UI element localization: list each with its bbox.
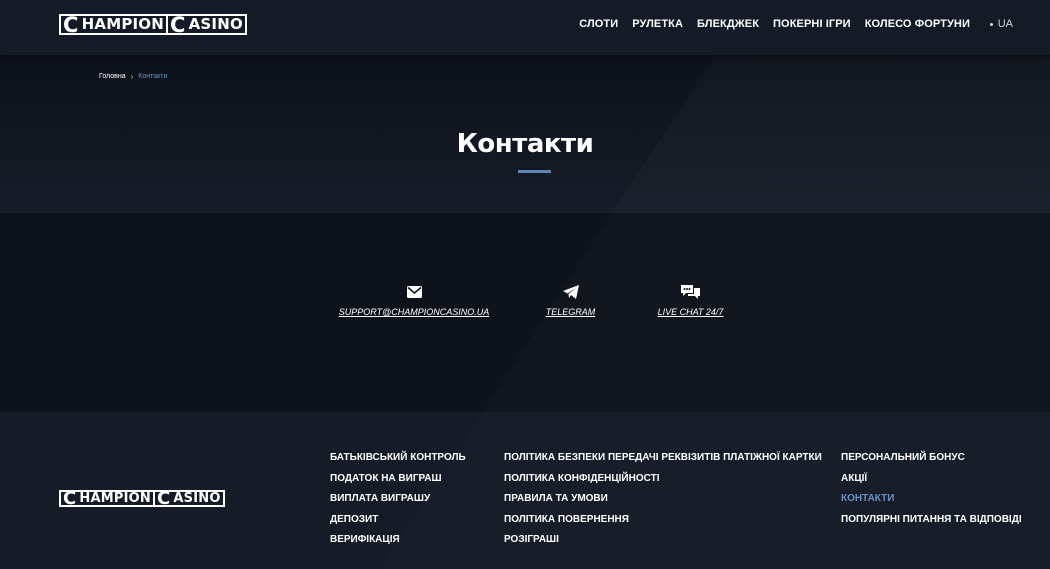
contact-telegram[interactable]: TELEGRAM (546, 283, 595, 317)
main-nav: СЛОТИ РУЛЕТКА БЛЕКДЖЕК ПОКЕРНІ ІГРИ КОЛЕ… (579, 18, 970, 30)
contacts-section: SUPPORT@CHAMPIONCASINO.UA TELEGRAM LIVE … (0, 213, 1050, 412)
envelope-icon (406, 283, 422, 301)
nav-item-slots[interactable]: СЛОТИ (579, 18, 618, 30)
breadcrumb: Головна › Контакти (99, 72, 167, 81)
logo-text: ASINO (171, 490, 225, 507)
nav-item-poker[interactable]: ПОКЕРНІ ІГРИ (773, 18, 851, 30)
footer-link-refund[interactable]: ПОЛІТИКА ПОВЕРНЕННЯ (504, 514, 822, 527)
title-underline (518, 170, 551, 173)
page-title: Контакти (456, 129, 594, 159)
contact-email-link[interactable]: SUPPORT@CHAMPIONCASINO.UA (339, 307, 490, 317)
site-header: C HAMPION C ASINO СЛОТИ РУЛЕТКА БЛЕКДЖЕК ПО… (0, 0, 1050, 55)
nav-item-blackjack[interactable]: БЛЕКДЖЕК (697, 18, 759, 30)
contact-telegram-link[interactable]: TELEGRAM (546, 307, 596, 317)
footer-link-privacy[interactable]: ПОЛІТИКА КОНФІДЕНЦІЙНОСТІ (504, 473, 822, 486)
footer-column-3: ПЕРСОНАЛЬНИЙ БОНУС АКЦІЇ КОНТАКТИ ПОПУЛЯ… (841, 452, 1022, 526)
footer-link-card-security[interactable]: ПОЛІТИКА БЕЗПЕКИ ПЕРЕДАЧІ РЕКВІЗИТІВ ПЛА… (504, 452, 822, 465)
footer-column-1: БАТЬКІВСЬКИЙ КОНТРОЛЬ ПОДАТОК НА ВИГРАШ … (330, 452, 466, 547)
contact-live-chat[interactable]: LIVE CHAT 24/7 (658, 283, 724, 317)
logo-text: C (59, 14, 80, 35)
footer-link-terms[interactable]: ПРАВИЛА ТА УМОВИ (504, 493, 822, 506)
telegram-icon (562, 283, 579, 301)
footer-link-verification[interactable]: ВЕРИФІКАЦІЯ (330, 534, 466, 547)
footer-link-deposit[interactable]: ДЕПОЗИТ (330, 514, 466, 527)
language-dot-icon (989, 22, 993, 26)
contact-email[interactable]: SUPPORT@CHAMPIONCASINO.UA (339, 283, 489, 317)
footer-link-promotions[interactable]: АКЦІЇ (841, 473, 1022, 486)
footer-link-parental-control[interactable]: БАТЬКІВСЬКИЙ КОНТРОЛЬ (330, 452, 466, 465)
footer-link-tax[interactable]: ПОДАТОК НА ВИГРАШ (330, 473, 466, 486)
footer-column-2: ПОЛІТИКА БЕЗПЕКИ ПЕРЕДАЧІ РЕКВІЗИТІВ ПЛА… (504, 452, 822, 547)
site-logo[interactable]: C HAMPION C ASINO (59, 14, 247, 35)
logo-text: ASINO (186, 14, 247, 35)
logo-text: C (166, 14, 187, 35)
footer-link-faq[interactable]: ПОПУЛЯРНІ ПИТАННЯ ТА ВІДПОВІДІ (841, 514, 1022, 527)
chat-icon (680, 283, 701, 301)
nav-item-roulette[interactable]: РУЛЕТКА (632, 18, 683, 30)
contact-live-chat-link[interactable]: LIVE CHAT 24/7 (658, 307, 724, 317)
footer-logo[interactable]: C HAMPION C ASINO (59, 488, 225, 508)
logo-text: HAMPION (77, 490, 153, 507)
nav-item-wheel[interactable]: КОЛЕСО ФОРТУНИ (865, 18, 970, 30)
breadcrumb-separator: › (130, 72, 134, 81)
footer-link-draws[interactable]: РОЗІГРАШІ (504, 534, 822, 547)
language-label: UA (997, 18, 1013, 30)
background-diagonal (0, 213, 1050, 412)
logo-text: C (59, 488, 78, 508)
footer-link-contacts[interactable]: КОНТАКТИ (841, 493, 1022, 506)
page-hero: Головна › Контакти Контакти (0, 55, 1050, 213)
breadcrumb-home[interactable]: Головна (99, 73, 126, 80)
site-footer: C HAMPION C ASINO БАТЬКІВСЬКИЙ КОНТРОЛЬ ПОД… (0, 412, 1050, 569)
breadcrumb-current: Контакти (138, 73, 168, 80)
footer-link-payout[interactable]: ВИПЛАТА ВИГРАШУ (330, 493, 466, 506)
logo-text: HAMPION (79, 14, 166, 35)
language-selector[interactable]: UA (989, 18, 1013, 30)
footer-link-personal-bonus[interactable]: ПЕРСОНАЛЬНИЙ БОНУС (841, 452, 1022, 465)
logo-text: C (153, 488, 172, 508)
